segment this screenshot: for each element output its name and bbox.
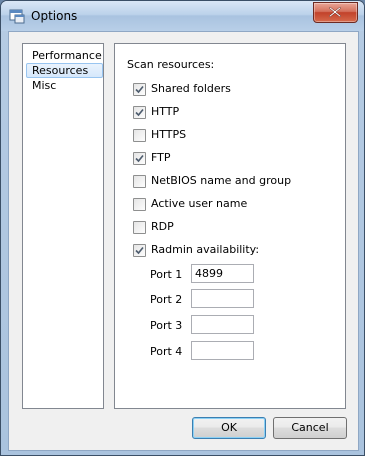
ftp-label: FTP bbox=[151, 151, 171, 164]
title-bar[interactable]: Options bbox=[1, 1, 364, 31]
close-button[interactable] bbox=[313, 2, 358, 23]
close-icon bbox=[329, 7, 341, 17]
netbios-label: NetBIOS name and group bbox=[151, 174, 292, 187]
checkmark-icon bbox=[135, 85, 144, 94]
category-item-resources[interactable]: Resources bbox=[26, 63, 103, 78]
port-4-input[interactable] bbox=[191, 341, 254, 360]
dialog-client-area: Performance Resources Misc Scan resource… bbox=[8, 31, 359, 451]
ok-button[interactable]: OK bbox=[192, 417, 266, 439]
shared-folders-checkbox[interactable] bbox=[133, 83, 146, 96]
checkmark-icon bbox=[135, 154, 144, 163]
options-window: Options Performance Resources Misc Scan … bbox=[0, 0, 365, 456]
rdp-checkbox[interactable] bbox=[133, 221, 146, 234]
https-label: HTTPS bbox=[151, 128, 187, 141]
scan-resources-label: Scan resources: bbox=[127, 58, 215, 71]
window-title: Options bbox=[31, 9, 78, 23]
port-1-input[interactable] bbox=[191, 264, 254, 283]
category-item-misc[interactable]: Misc bbox=[29, 79, 59, 93]
port-2-input[interactable] bbox=[191, 289, 254, 308]
radmin-label: Radmin availability: bbox=[151, 243, 260, 256]
category-item-performance[interactable]: Performance bbox=[29, 49, 105, 63]
checkmark-icon bbox=[135, 246, 144, 255]
rdp-label: RDP bbox=[151, 220, 174, 233]
cancel-button[interactable]: Cancel bbox=[273, 417, 347, 439]
https-checkbox[interactable] bbox=[133, 129, 146, 142]
netbios-checkbox[interactable] bbox=[133, 175, 146, 188]
port-4-label: Port 4 bbox=[150, 345, 183, 358]
active-user-label: Active user name bbox=[151, 197, 248, 210]
category-list[interactable]: Performance Resources Misc bbox=[22, 43, 104, 409]
checkmark-icon bbox=[135, 108, 144, 117]
active-user-checkbox[interactable] bbox=[133, 198, 146, 211]
http-label: HTTP bbox=[151, 105, 180, 118]
ftp-checkbox[interactable] bbox=[133, 152, 146, 165]
port-2-label: Port 2 bbox=[150, 293, 183, 306]
radmin-checkbox[interactable] bbox=[133, 244, 146, 257]
options-window-icon bbox=[9, 8, 25, 24]
port-1-label: Port 1 bbox=[150, 268, 183, 281]
port-3-label: Port 3 bbox=[150, 319, 183, 332]
resources-panel: Scan resources: Shared folders HTTP HTTP… bbox=[114, 43, 346, 409]
http-checkbox[interactable] bbox=[133, 106, 146, 119]
port-3-input[interactable] bbox=[191, 315, 254, 334]
shared-folders-label: Shared folders bbox=[151, 82, 231, 95]
